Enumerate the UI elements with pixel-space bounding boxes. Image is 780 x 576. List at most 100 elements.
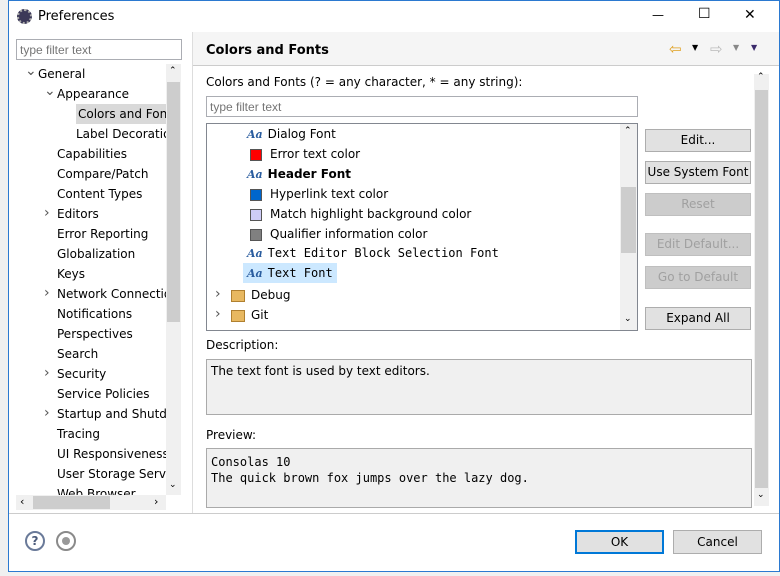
- chevron-right-icon[interactable]: ›: [44, 205, 50, 221]
- tree-item[interactable]: Content Types: [57, 184, 142, 204]
- color-swatch-icon: [250, 208, 262, 221]
- preview-line: The quick brown fox jumps over the lazy …: [211, 471, 529, 485]
- scroll-thumb[interactable]: [621, 187, 636, 253]
- filter-label: Colors and Fonts (? = any character, * =…: [206, 75, 523, 89]
- item-label: Git: [251, 308, 269, 322]
- scroll-thumb[interactable]: [167, 82, 180, 322]
- chevron-right-icon[interactable]: ›: [44, 285, 50, 301]
- cancel-button[interactable]: Cancel: [673, 530, 762, 554]
- tree-item[interactable]: Security: [57, 364, 106, 384]
- tree-item[interactable]: Network Connections: [57, 284, 166, 304]
- color-font-item[interactable]: Aa Text Editor Block Selection Font: [247, 243, 499, 263]
- edit-default-button[interactable]: Edit Default...: [645, 233, 751, 256]
- tree-item[interactable]: Startup and Shutdown: [57, 404, 166, 424]
- tree-item-label: Globalization: [57, 247, 136, 261]
- tree-item[interactable]: Globalization: [57, 244, 135, 264]
- tree-item[interactable]: General: [38, 64, 85, 84]
- tree-item-label: Content Types: [57, 187, 143, 201]
- tree-item-label: Compare/Patch: [57, 167, 149, 181]
- colors-tree-scrollbar[interactable]: ⌃ ⌄: [620, 124, 637, 330]
- back-menu-icon[interactable]: ▼: [692, 43, 698, 52]
- title-bar: Preferences — ☐ ✕: [9, 1, 779, 32]
- tree-item[interactable]: User Storage Service: [57, 464, 166, 484]
- tree-item-label: Startup and Shutdown: [57, 407, 166, 421]
- description-label: Description:: [206, 338, 279, 352]
- tree-item[interactable]: Web Browser: [57, 484, 136, 495]
- page-scrollbar[interactable]: ⌃ ⌄: [754, 72, 769, 506]
- color-font-item[interactable]: Git: [231, 305, 268, 325]
- color-font-item[interactable]: Aa Dialog Font: [247, 124, 336, 144]
- scroll-thumb[interactable]: [33, 496, 110, 509]
- tree-item[interactable]: Search: [57, 344, 98, 364]
- tree-item[interactable]: UI Responsiveness: [57, 444, 166, 464]
- colors-filter-input[interactable]: [206, 96, 638, 117]
- font-icon: Aa: [247, 168, 263, 181]
- item-label: Debug: [251, 288, 291, 302]
- tree-item[interactable]: Error Reporting: [57, 224, 148, 244]
- minimize-button[interactable]: —: [652, 8, 664, 22]
- view-menu-icon[interactable]: ▼: [751, 43, 757, 52]
- left-filter-input[interactable]: [16, 39, 182, 60]
- item-label: Error text color: [270, 147, 361, 161]
- maximize-button[interactable]: ☐: [698, 6, 711, 22]
- color-font-item[interactable]: Aa Header Font: [247, 164, 351, 184]
- tree-item[interactable]: Colors and Fonts: [76, 104, 166, 124]
- chevron-right-icon[interactable]: ›: [44, 405, 50, 421]
- description-text: The text font is used by text editors.: [211, 364, 430, 378]
- edit-button[interactable]: Edit...: [645, 129, 751, 152]
- item-label: Dialog Font: [267, 127, 336, 141]
- chevron-down-icon[interactable]: ⌄: [44, 83, 56, 99]
- folder-icon: [231, 309, 245, 322]
- chevron-right-icon[interactable]: ›: [215, 306, 221, 322]
- tree-item-label: Service Policies: [57, 387, 150, 401]
- preview-box: Consolas 10 The quick brown fox jumps ov…: [206, 448, 752, 508]
- help-icon[interactable]: ?: [25, 531, 45, 551]
- tree-item-label: User Storage Service: [57, 467, 166, 481]
- color-swatch-icon: [250, 188, 262, 201]
- close-button[interactable]: ✕: [744, 7, 756, 23]
- eclipse-icon: [17, 9, 32, 24]
- chevron-right-icon[interactable]: ›: [215, 286, 221, 302]
- tree-vertical-scrollbar[interactable]: ⌃ ⌄: [166, 64, 181, 495]
- tree-item[interactable]: Label Decorations: [76, 124, 166, 144]
- color-font-item[interactable]: Aa Text Font: [243, 263, 337, 283]
- color-font-item[interactable]: Qualifier information color: [247, 224, 427, 244]
- tree-item[interactable]: Appearance: [57, 84, 129, 104]
- tree-horizontal-scrollbar[interactable]: ‹ ›: [16, 495, 166, 510]
- record-icon[interactable]: [56, 531, 76, 551]
- scroll-thumb[interactable]: [755, 90, 768, 488]
- tree-item-label: Colors and Fonts: [78, 107, 166, 121]
- chevron-down-icon[interactable]: ⌄: [25, 64, 37, 79]
- preference-tree: General⌄Appearance⌄Colors and FontsLabel…: [16, 64, 166, 495]
- color-swatch-icon: [250, 228, 262, 241]
- item-label: Hyperlink text color: [270, 187, 389, 201]
- color-font-item[interactable]: Hyperlink text color: [247, 184, 388, 204]
- tree-item[interactable]: Compare/Patch: [57, 164, 148, 184]
- use-system-font-button[interactable]: Use System Font: [645, 161, 751, 184]
- forward-menu-icon[interactable]: ▼: [733, 43, 739, 52]
- tree-item[interactable]: Capabilities: [57, 144, 127, 164]
- go-to-default-button[interactable]: Go to Default: [645, 266, 751, 289]
- back-arrow-icon[interactable]: ⇦: [669, 40, 682, 58]
- item-label: Qualifier information color: [270, 227, 428, 241]
- sash[interactable]: [192, 32, 193, 513]
- tree-item[interactable]: Notifications: [57, 304, 132, 324]
- tree-item[interactable]: Keys: [57, 264, 85, 284]
- forward-arrow-icon[interactable]: ⇨: [710, 40, 723, 58]
- reset-button[interactable]: Reset: [645, 193, 751, 216]
- chevron-right-icon[interactable]: ›: [44, 365, 50, 381]
- tree-item-label: Search: [57, 347, 99, 361]
- expand-all-button[interactable]: Expand All: [645, 307, 751, 330]
- tree-item-label: Capabilities: [57, 147, 127, 161]
- color-font-item[interactable]: Match highlight background color: [247, 204, 471, 224]
- ok-button[interactable]: OK: [575, 530, 664, 554]
- font-icon: Aa: [247, 128, 263, 141]
- color-font-item[interactable]: Error text color: [247, 144, 360, 164]
- tree-item-label: Security: [57, 367, 107, 381]
- tree-item[interactable]: Tracing: [57, 424, 100, 444]
- tree-item[interactable]: Editors: [57, 204, 99, 224]
- tree-item[interactable]: Service Policies: [57, 384, 150, 404]
- color-font-item[interactable]: Debug: [231, 285, 290, 305]
- tree-item-label: Keys: [57, 267, 86, 281]
- tree-item[interactable]: Perspectives: [57, 324, 133, 344]
